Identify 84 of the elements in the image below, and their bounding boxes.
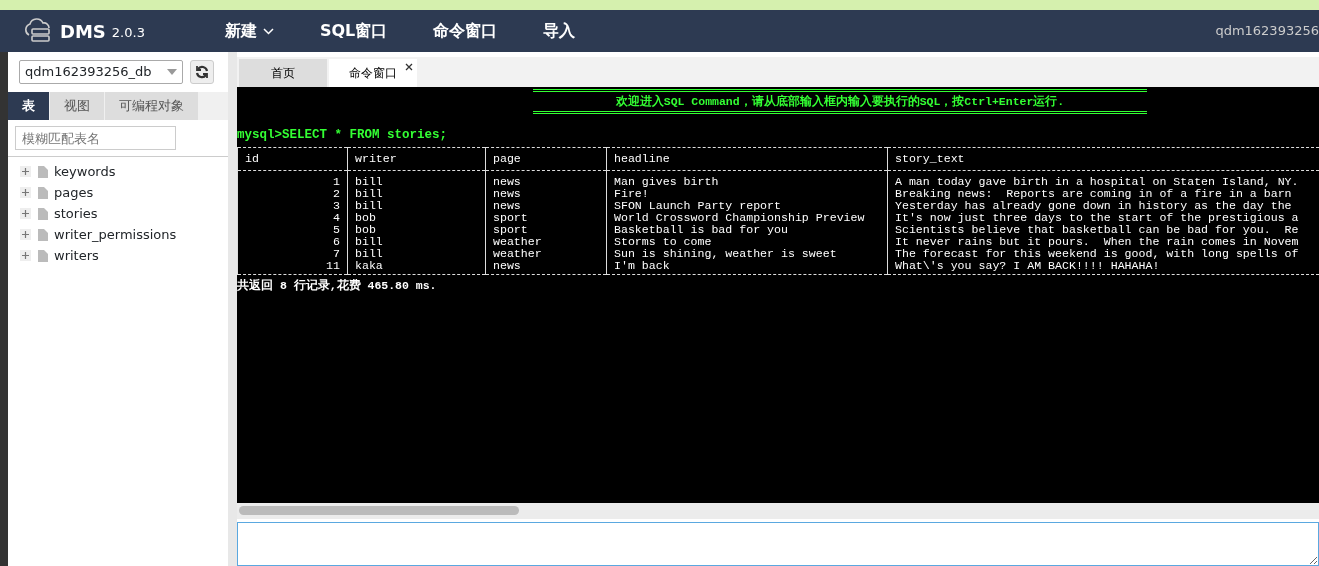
- table-cell: SFON Launch Party report: [606, 199, 888, 212]
- table-cell: Basketball is bad for you: [606, 223, 888, 236]
- app-logo-text: DMS: [60, 19, 106, 44]
- table-cell: bill: [347, 235, 486, 248]
- plus-expander-icon[interactable]: [20, 208, 32, 219]
- sidebar-tab[interactable]: 表: [8, 92, 49, 120]
- file-icon: [38, 186, 48, 199]
- column-header: writer: [347, 147, 486, 171]
- table-cell: What\'s you say? I AM BACK!!!! HAHAHA!: [887, 259, 1319, 275]
- refresh-button[interactable]: [189, 60, 214, 84]
- table-name[interactable]: stories: [54, 203, 98, 224]
- menu-item[interactable]: 新建: [224, 19, 274, 43]
- username-label: qdm162393256: [1215, 22, 1319, 41]
- table-cell: weather: [485, 235, 607, 248]
- plus-expander-icon[interactable]: [20, 187, 32, 198]
- table-cell: The forecast for this weekend is good, with long spells of: [887, 247, 1319, 260]
- table-cell: bill: [347, 187, 486, 200]
- plus-expander-icon[interactable]: [20, 250, 32, 261]
- table-cell: bill: [347, 170, 486, 188]
- table-cell: bob: [347, 223, 486, 236]
- table-cell: 4: [237, 211, 348, 224]
- column-header: story_text: [887, 147, 1319, 171]
- table-search-field[interactable]: 模糊匹配表名: [15, 126, 176, 150]
- sql-input-field[interactable]: [237, 522, 1319, 566]
- horizontal-scrollbar[interactable]: [237, 503, 1319, 519]
- table-cell: A man today gave birth in a hospital on Staten Island, NY.: [887, 170, 1319, 188]
- table-name[interactable]: writers: [54, 245, 99, 266]
- refresh-icon: [194, 65, 209, 79]
- cloud-server-icon: [22, 18, 52, 44]
- welcome-banner: 欢迎进入SQL Command，请从底部输入框内输入要执行的SQL，按Ctrl+Enter运行.: [533, 89, 1147, 114]
- table-cell: Scientists believe that basketball can be bad for you. Re: [887, 223, 1319, 236]
- table-cell: Yesterday has already gone down in history as the day the: [887, 199, 1319, 212]
- table-cell: 3: [237, 199, 348, 212]
- close-icon[interactable]: [405, 63, 413, 71]
- table-cell: 11: [237, 259, 348, 275]
- menu-item[interactable]: 导入: [543, 19, 576, 43]
- table-cell: It's now just three days to the start of the prestigious a: [887, 211, 1319, 224]
- table-cell: Man gives birth: [606, 170, 888, 188]
- table-cell: news: [485, 187, 607, 200]
- file-icon: [38, 165, 48, 178]
- database-select[interactable]: qdm162393256_db: [19, 60, 183, 84]
- table-cell: Breaking news: Reports are coming in of a fire in a barn: [887, 187, 1319, 200]
- table-cell: I'm back: [606, 259, 888, 275]
- caret-icon: [167, 69, 177, 75]
- table-cell: news: [485, 170, 607, 188]
- sidebar-tab[interactable]: 可编程对象: [105, 92, 198, 120]
- table-cell: news: [485, 199, 607, 212]
- table-name[interactable]: keywords: [54, 161, 116, 182]
- table-cell: kaka: [347, 259, 486, 275]
- table-cell: bill: [347, 199, 486, 212]
- column-header: page: [485, 147, 607, 171]
- table-cell: bill: [347, 247, 486, 260]
- version-label: 2.0.3: [111, 24, 145, 43]
- column-header: id: [237, 147, 348, 171]
- table-cell: Sun is shining, weather is sweet: [606, 247, 888, 260]
- table-cell: 6: [237, 235, 348, 248]
- table-cell: sport: [485, 223, 607, 236]
- menu-item[interactable]: 命令窗口: [433, 19, 498, 43]
- table-cell: sport: [485, 211, 607, 224]
- result-summary: 共返回 8 行记录,花费 465.80 ms.: [237, 277, 438, 294]
- table-cell: 1: [237, 170, 348, 188]
- plus-expander-icon[interactable]: [20, 166, 32, 177]
- column-header: headline: [606, 147, 888, 171]
- editor-tab[interactable]: 首页: [239, 59, 327, 87]
- sidebar-tab[interactable]: 视图: [50, 92, 104, 120]
- table-cell: It never rains but it pours. When the rain comes in Novem: [887, 235, 1319, 248]
- table-cell: weather: [485, 247, 607, 260]
- file-icon: [38, 228, 48, 241]
- plus-expander-icon[interactable]: [20, 229, 32, 240]
- table-cell: bob: [347, 211, 486, 224]
- menu-item[interactable]: SQL窗口: [319, 19, 388, 43]
- command-line: mysql>SELECT * FROM stories;: [237, 127, 449, 144]
- editor-tab[interactable]: 命令窗口: [329, 59, 417, 87]
- table-cell: news: [485, 259, 607, 275]
- table-cell: Storms to come: [606, 235, 888, 248]
- file-icon: [38, 249, 48, 262]
- table-cell: Fire!: [606, 187, 888, 200]
- table-name[interactable]: pages: [54, 182, 94, 203]
- table-name[interactable]: writer_permissions: [54, 224, 177, 245]
- table-cell: 5: [237, 223, 348, 236]
- table-cell: 2: [237, 187, 348, 200]
- file-icon: [38, 207, 48, 220]
- table-cell: 7: [237, 247, 348, 260]
- table-cell: World Crossword Championship Preview: [606, 211, 888, 224]
